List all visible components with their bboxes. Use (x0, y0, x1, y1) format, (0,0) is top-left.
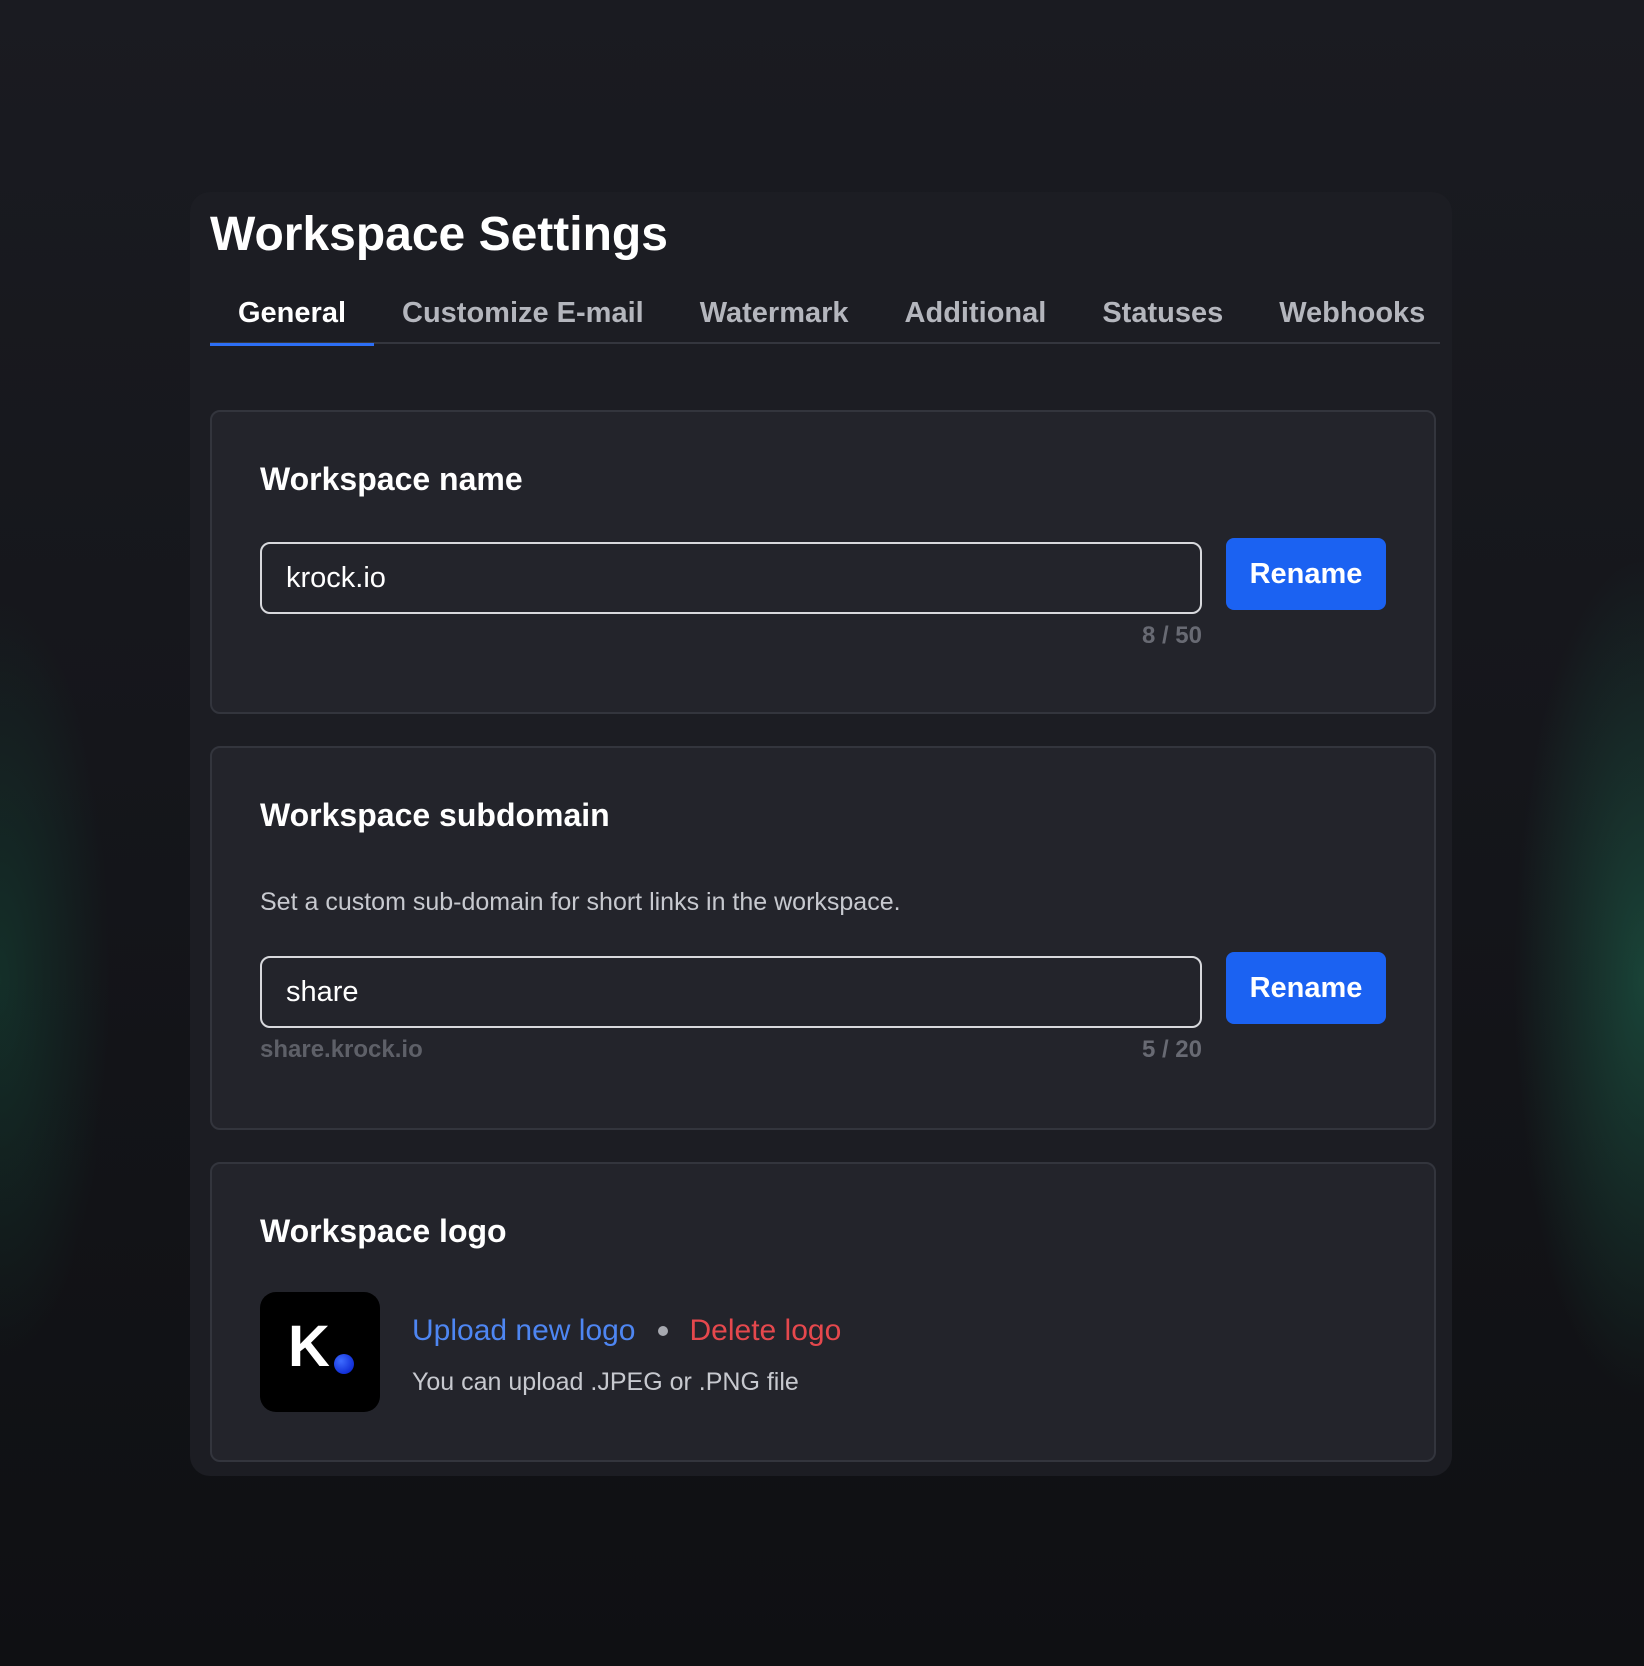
tab-general[interactable]: General (210, 288, 374, 346)
logo-dot-icon (334, 1354, 354, 1374)
workspace-logo-image: K (260, 1292, 380, 1412)
workspace-name-input[interactable] (260, 542, 1202, 614)
settings-panel: Workspace Settings General Customize E-m… (190, 192, 1452, 1476)
workspace-subdomain-title: Workspace subdomain (260, 797, 610, 833)
workspace-logo-card: Workspace logo K Upload new logo Delete … (210, 1162, 1436, 1462)
workspace-name-title: Workspace name (260, 461, 523, 497)
workspace-name-counter: 8 / 50 (1141, 622, 1202, 649)
upload-logo-link[interactable]: Upload new logo (412, 1314, 636, 1348)
tab-webhooks[interactable]: Webhooks (1251, 288, 1453, 344)
logo-actions: Upload new logo Delete logo (412, 1314, 841, 1348)
rename-workspace-button[interactable]: Rename (1226, 538, 1386, 610)
workspace-name-card: Workspace name Rename 8 / 50 (210, 410, 1436, 714)
page-title: Workspace Settings (210, 208, 668, 261)
delete-logo-link[interactable]: Delete logo (690, 1314, 842, 1348)
settings-tabs: General Customize E-mail Watermark Addit… (210, 288, 1440, 346)
tab-statuses[interactable]: Statuses (1074, 288, 1251, 344)
tab-watermark[interactable]: Watermark (672, 288, 877, 344)
separator-dot-icon (657, 1326, 668, 1336)
logo-upload-hint: You can upload .JPEG or .PNG file (412, 1368, 799, 1396)
tab-customize-email[interactable]: Customize E-mail (374, 288, 672, 344)
workspace-subdomain-counter: 5 / 20 (1141, 1036, 1202, 1063)
subdomain-preview: share.krock.io (260, 1036, 423, 1063)
workspace-logo-title: Workspace logo (260, 1213, 507, 1249)
tab-additional[interactable]: Additional (877, 288, 1075, 344)
rename-subdomain-button[interactable]: Rename (1226, 952, 1386, 1024)
workspace-subdomain-card: Workspace subdomain Set a custom sub-dom… (210, 746, 1436, 1130)
workspace-subdomain-input[interactable] (260, 956, 1202, 1028)
logo-letter: K (288, 1314, 330, 1379)
workspace-subdomain-description: Set a custom sub-domain for short links … (260, 888, 901, 916)
